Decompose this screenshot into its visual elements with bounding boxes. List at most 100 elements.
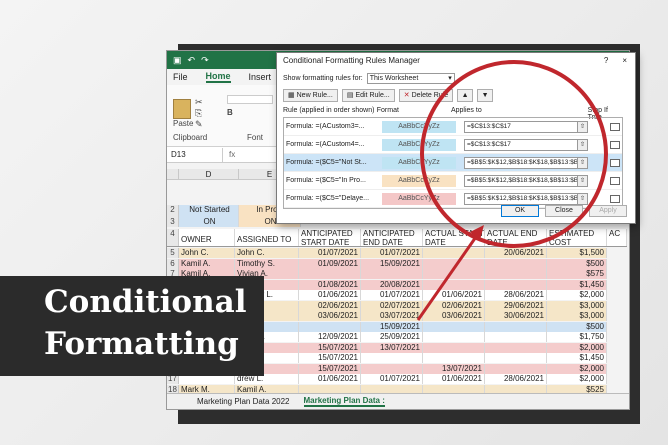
cell-ae[interactable]: 02/07/2021 xyxy=(361,300,423,311)
rule-applies-to[interactable]: =$C$13:$C$17 ⇧ xyxy=(464,138,588,151)
cell-ae[interactable] xyxy=(361,363,423,374)
edit-rule-button[interactable]: ▤ Edit Rule... xyxy=(341,89,395,102)
header-actual-start[interactable]: ACTUAL START DATE xyxy=(423,229,485,246)
undo-icon[interactable]: ↶ xyxy=(188,55,196,66)
cell-cost[interactable]: $575 xyxy=(547,269,607,279)
cell-ae[interactable] xyxy=(361,353,423,363)
cell-as[interactable]: 02/06/2021 xyxy=(299,300,361,311)
font-box[interactable] xyxy=(227,95,273,104)
tab-file[interactable]: File xyxy=(173,72,188,82)
cell-acs[interactable] xyxy=(423,321,485,332)
range-picker-icon[interactable]: ⇧ xyxy=(577,121,587,132)
cell-ae[interactable]: 13/07/2021 xyxy=(361,342,423,353)
cell-assigned[interactable]: Timothy S. xyxy=(235,258,299,269)
delete-rule-button[interactable]: ✕ Delete Rule xyxy=(398,89,454,102)
rule-applies-to[interactable]: =$C$13:$C$17 ⇧ xyxy=(464,120,588,133)
name-box[interactable]: D13 xyxy=(167,147,223,162)
cell-as[interactable]: 01/09/2021 xyxy=(299,258,361,269)
cell-ae[interactable]: 15/09/2021 xyxy=(361,258,423,269)
header-actual[interactable]: AC xyxy=(607,229,627,246)
stop-if-true-checkbox[interactable] xyxy=(610,122,620,131)
save-icon[interactable]: ▣ xyxy=(173,55,182,66)
bold-icon[interactable]: B xyxy=(227,108,277,117)
cell-ace[interactable] xyxy=(485,269,547,279)
cell-acs[interactable] xyxy=(423,269,485,279)
apply-button[interactable]: Apply xyxy=(589,205,627,217)
header-assigned[interactable]: ASSIGNED TO xyxy=(235,229,299,246)
cell-cost[interactable]: $1,450 xyxy=(547,353,607,363)
range-picker-icon[interactable]: ⇧ xyxy=(577,157,587,168)
range-picker-icon[interactable]: ⇧ xyxy=(577,193,587,204)
stop-if-true-checkbox[interactable] xyxy=(610,194,620,203)
copy-icon[interactable]: ⎘ xyxy=(195,108,205,119)
cell-cost[interactable]: $2,000 xyxy=(547,363,607,374)
rule-applies-to[interactable]: =$B$5:$K$12,$B$18:$K$18,$B$13:$B$ ⇧ xyxy=(464,174,588,187)
cell-as[interactable] xyxy=(299,321,361,332)
cell-cost[interactable]: $1,450 xyxy=(547,279,607,290)
cell-ace[interactable]: 29/06/2021 xyxy=(485,300,547,311)
cell-as[interactable]: 01/06/2021 xyxy=(299,290,361,300)
stop-if-true-checkbox[interactable] xyxy=(610,176,620,185)
corner-cell[interactable] xyxy=(167,169,179,179)
cell-owner[interactable]: Kamil A. xyxy=(179,258,235,269)
cell-ace[interactable] xyxy=(485,363,547,374)
column-d[interactable]: D xyxy=(179,169,239,179)
cell-ae[interactable]: 01/07/2021 xyxy=(361,374,423,384)
cell-cost[interactable]: $2,000 xyxy=(547,342,607,353)
cell-cost[interactable]: $2,000 xyxy=(547,374,607,384)
header-estimated-cost[interactable]: ESTIMATED COST xyxy=(547,229,607,246)
cell-as[interactable]: 01/06/2021 xyxy=(299,374,361,384)
cell-as[interactable]: 01/08/2021 xyxy=(299,279,361,290)
stop-if-true-checkbox[interactable] xyxy=(610,140,620,149)
cell-cost[interactable]: $2,000 xyxy=(547,290,607,300)
sheet-tab[interactable]: Marketing Plan Data 2022 xyxy=(197,397,290,406)
cell-ace[interactable] xyxy=(485,321,547,332)
header-anticipated-start[interactable]: ANTICIPATED START DATE xyxy=(299,229,361,246)
paste-icon[interactable] xyxy=(173,99,191,119)
cell-ae[interactable]: 15/09/2021 xyxy=(361,321,423,332)
cell-ace[interactable] xyxy=(485,258,547,269)
cell-ae[interactable]: 03/07/2021 xyxy=(361,311,423,321)
cell-cost[interactable]: $1,750 xyxy=(547,332,607,342)
cell-ace[interactable]: 30/06/2021 xyxy=(485,311,547,321)
cell-as[interactable]: 15/07/2021 xyxy=(299,363,361,374)
rule-row[interactable]: Formula: =($C5="In Pro... AaBbCcYyZz =$B$5… xyxy=(284,172,622,190)
cell-acs[interactable] xyxy=(423,332,485,342)
show-rules-select[interactable]: This Worksheet xyxy=(366,73,455,84)
move-down-button[interactable]: ▼ xyxy=(477,89,494,102)
cell-as[interactable]: 03/06/2021 xyxy=(299,311,361,321)
move-up-button[interactable]: ▲ xyxy=(457,89,474,102)
cell-cost[interactable]: $500 xyxy=(547,321,607,332)
cell-cost[interactable]: $3,000 xyxy=(547,300,607,311)
cell-acs[interactable]: 01/06/2021 xyxy=(423,374,485,384)
cell-acs[interactable] xyxy=(423,342,485,353)
cell-acs[interactable]: 02/06/2021 xyxy=(423,300,485,311)
cell-ace[interactable]: 20/06/2021 xyxy=(485,248,547,258)
cell-ace[interactable]: 28/06/2021 xyxy=(485,374,547,384)
status-cell[interactable]: ON xyxy=(179,217,239,227)
cell-as[interactable]: 01/07/2021 xyxy=(299,248,361,258)
header-anticipated-end[interactable]: ANTICIPATED END DATE xyxy=(361,229,423,246)
header-owner[interactable]: OWNER xyxy=(179,229,235,246)
cell-as[interactable]: 15/07/2021 xyxy=(299,353,361,363)
cell-acs[interactable]: 03/06/2021 xyxy=(423,311,485,321)
cell-acs[interactable] xyxy=(423,248,485,258)
cell-as[interactable]: 15/07/2021 xyxy=(299,342,361,353)
close-button[interactable]: Close xyxy=(545,205,583,217)
cell-acs[interactable]: 13/07/2021 xyxy=(423,363,485,374)
redo-icon[interactable]: ↷ xyxy=(201,55,209,66)
cut-icon[interactable]: ✂ xyxy=(195,97,205,108)
cell-cost[interactable]: $500 xyxy=(547,258,607,269)
cell-as[interactable]: 12/09/2021 xyxy=(299,332,361,342)
cell-acs[interactable] xyxy=(423,258,485,269)
rule-applies-to[interactable]: =$B$5:$K$12,$B$18:$K$18,$B$13:$B$ ⇧ xyxy=(464,192,588,205)
cell-acs[interactable]: 01/06/2021 xyxy=(423,290,485,300)
cell-ace[interactable] xyxy=(485,342,547,353)
cell-ace[interactable] xyxy=(485,353,547,363)
rule-row[interactable]: Formula: =(ACustom3=... AaBbCcYyZz =$C$13:… xyxy=(284,118,622,136)
status-cell[interactable]: Not Started xyxy=(179,205,239,217)
cell-acs[interactable] xyxy=(423,279,485,290)
cell-ae[interactable]: 25/09/2021 xyxy=(361,332,423,342)
range-picker-icon[interactable]: ⇧ xyxy=(577,139,587,150)
rule-applies-to[interactable]: =$B$5:$K$12,$B$18:$K$18,$B$13:$B$ ⇧ xyxy=(464,156,588,169)
